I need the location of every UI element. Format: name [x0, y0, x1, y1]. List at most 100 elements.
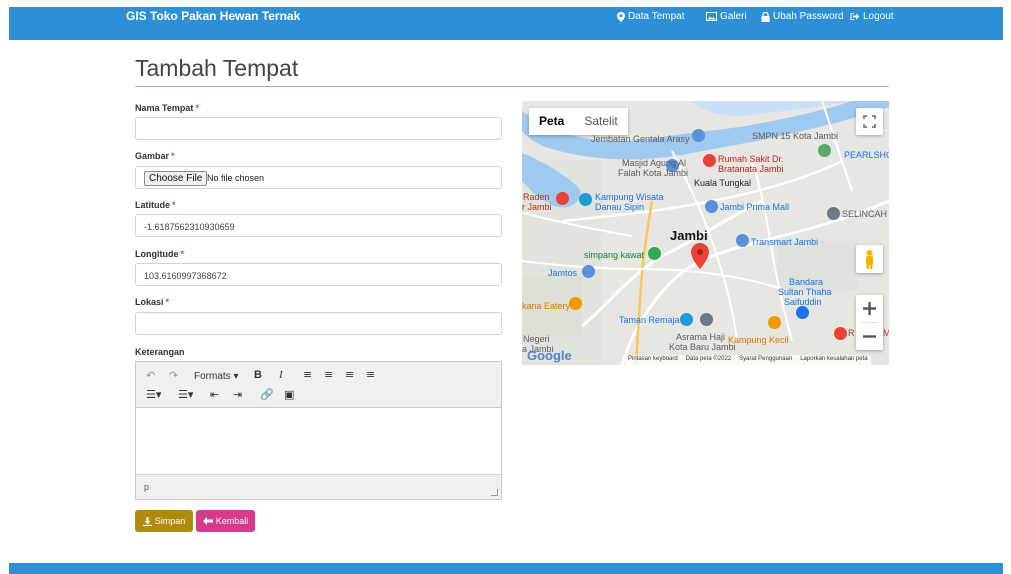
map-label: Jembatan Gentala Arasy: [591, 134, 690, 144]
formats-dropdown[interactable]: Formats ▾: [194, 371, 238, 382]
undo-icon[interactable]: ↶: [146, 369, 155, 382]
nav-label: Ubah Password: [773, 11, 844, 22]
keterangan-label: Keterangan: [135, 347, 185, 357]
align-justify-icon[interactable]: ≡: [366, 368, 375, 381]
nav-data-tempat[interactable]: Data Tempat: [617, 11, 685, 22]
link-icon[interactable]: 🔗: [260, 388, 274, 401]
map-label: SELINCAH: [842, 209, 888, 219]
brand-title[interactable]: GIS Toko Pakan Hewan Ternak: [126, 9, 300, 23]
simpan-button[interactable]: Simpan: [135, 510, 193, 532]
poi-hospital-icon[interactable]: [834, 327, 847, 340]
poi-place-icon[interactable]: [827, 207, 840, 220]
poi-school-icon[interactable]: [818, 144, 831, 157]
longitude-label: Longitude *: [135, 249, 185, 259]
map-label: Falah Kota Jambi: [618, 168, 689, 178]
map-type-peta[interactable]: Peta: [529, 108, 574, 135]
poi-airport-icon[interactable]: [796, 306, 809, 319]
align-left-icon[interactable]: ≡: [303, 368, 312, 381]
arrow-left-icon: [202, 517, 213, 525]
map-label: Transmart Jambi: [751, 237, 819, 247]
bullet-list-icon[interactable]: ☰▾: [146, 388, 161, 401]
indent-icon[interactable]: ⇥: [233, 388, 242, 401]
nama-tempat-input[interactable]: [135, 117, 502, 140]
choose-file-button[interactable]: Choose File: [144, 171, 208, 186]
latitude-input[interactable]: -1.6187562310930659: [135, 214, 502, 237]
redo-icon[interactable]: ↷: [169, 369, 178, 382]
poi-park-icon[interactable]: [680, 313, 693, 326]
poi-bridge-icon[interactable]: [692, 129, 705, 142]
map-type-satelit[interactable]: Satelit: [574, 108, 627, 135]
map-label: M: [883, 328, 889, 338]
map-label: Raden: [523, 192, 550, 202]
longitude-input[interactable]: 103.6160997368672: [135, 263, 502, 286]
fullscreen-icon: [863, 115, 876, 128]
street-view-pegman[interactable]: [856, 245, 883, 273]
nav-label: Data Tempat: [628, 11, 685, 22]
map-label: Kampung Kecil: [728, 335, 789, 345]
image-insert-icon[interactable]: ▣: [284, 388, 294, 401]
page-title: Tambah Tempat: [135, 55, 299, 81]
poi-restaurant-icon[interactable]: [768, 316, 781, 329]
kembali-button[interactable]: Kembali: [196, 510, 255, 532]
keyboard-shortcuts-link[interactable]: Pintasan keyboard: [628, 356, 678, 364]
terms-link[interactable]: Syarat Penggunaan: [739, 356, 792, 364]
keterangan-editor[interactable]: ↶ ↷ Formats ▾ B I ≡ ≡ ≡ ≡ ☰▾ ☰▾ ⇤ ⇥ 🔗 ▣ …: [135, 361, 502, 500]
fullscreen-button[interactable]: [856, 108, 883, 135]
map-label: Rumah Sakit Dr.: [718, 154, 784, 164]
map-label: Bratanata Jambi: [718, 164, 784, 174]
minus-icon: [863, 335, 876, 338]
google-map[interactable]: Peta Satelit Jembatan Gentala Arasy SMPN…: [522, 101, 889, 365]
italic-icon[interactable]: I: [279, 369, 283, 381]
poi-hospital-icon[interactable]: [556, 192, 569, 205]
editor-statusbar: p: [136, 474, 501, 499]
map-label: Sultan Thaha: [778, 287, 832, 297]
align-right-icon[interactable]: ≡: [345, 368, 354, 381]
resize-handle[interactable]: [491, 489, 498, 496]
zoom-in-button[interactable]: [856, 295, 883, 322]
map-label: Asrama Haji: [676, 332, 726, 342]
bold-icon[interactable]: B: [254, 369, 262, 381]
map-label: Kuala Tungkal: [694, 178, 752, 188]
map-label: Saifuddin: [784, 297, 822, 307]
editor-content-area[interactable]: [136, 409, 501, 473]
map-marker-icon: [617, 11, 625, 22]
lokasi-input[interactable]: [135, 312, 502, 335]
latitude-label: Latitude *: [135, 200, 176, 210]
title-divider: [135, 86, 889, 87]
gambar-file-input[interactable]: Choose File No file chosen: [135, 166, 502, 189]
poi-mall-icon[interactable]: [705, 200, 718, 213]
map-label: PEARLSHO: [844, 150, 889, 160]
lokasi-label: Lokasi *: [135, 297, 170, 307]
logout-icon: [850, 13, 860, 20]
element-path: p: [144, 482, 150, 492]
image-icon: [706, 12, 717, 21]
numbered-list-icon[interactable]: ☰▾: [178, 388, 193, 401]
poi-shop-icon[interactable]: [736, 234, 749, 247]
map-label: Negeri: [523, 334, 550, 344]
report-error-link[interactable]: Laporkan kesalahan peta: [800, 356, 867, 364]
google-logo[interactable]: Google: [527, 348, 572, 363]
map-label: Masjid Agung Al: [622, 158, 687, 168]
download-icon: [142, 516, 152, 526]
align-center-icon[interactable]: ≡: [324, 368, 333, 381]
map-label: Bandara: [789, 277, 824, 287]
nav-logout[interactable]: Logout: [850, 11, 894, 22]
gambar-label: Gambar *: [135, 151, 175, 161]
outdent-icon[interactable]: ⇤: [210, 388, 219, 401]
poi-tourism-icon[interactable]: [579, 193, 592, 206]
poi-restaurant-icon[interactable]: [569, 297, 582, 310]
map-type-control: Peta Satelit: [529, 108, 628, 135]
map-label: SMPN 15 Kota Jambi: [752, 131, 839, 141]
poi-park-icon[interactable]: [648, 247, 661, 260]
nav-ubah-password[interactable]: Ubah Password: [761, 11, 844, 22]
zoom-out-button[interactable]: [856, 323, 883, 350]
nav-label: Logout: [863, 11, 894, 22]
poi-hospital-icon[interactable]: [703, 154, 716, 167]
lock-icon: [761, 11, 770, 22]
simpan-label: Simpan: [154, 516, 186, 526]
poi-mall-icon[interactable]: [582, 265, 595, 278]
nav-label: Galeri: [720, 11, 747, 22]
poi-place-icon[interactable]: [700, 313, 713, 326]
map-label: simpang kawat: [584, 250, 645, 260]
nav-galeri[interactable]: Galeri: [706, 11, 747, 22]
